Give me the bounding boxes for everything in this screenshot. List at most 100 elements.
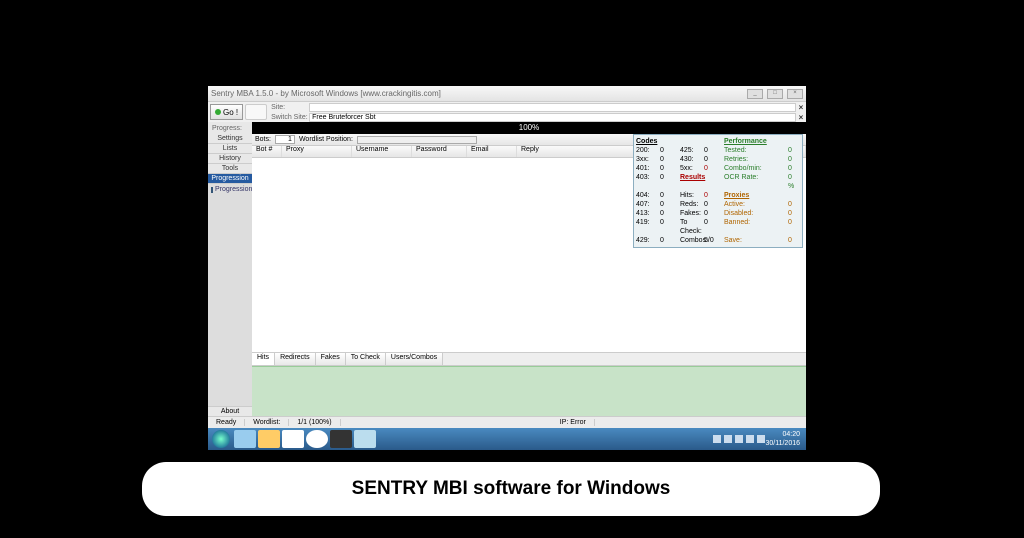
tab-fakes[interactable]: Fakes bbox=[316, 353, 346, 365]
switch-site-label: Switch Site: bbox=[269, 114, 309, 121]
stat-value: 0 bbox=[660, 209, 678, 218]
progress-label: Progress: bbox=[208, 125, 252, 132]
tray-icon[interactable] bbox=[746, 435, 754, 443]
stat-value: 5/0 bbox=[704, 236, 722, 245]
col-email[interactable]: Email bbox=[467, 146, 517, 157]
tray-icon[interactable] bbox=[735, 435, 743, 443]
stat-value: 0 bbox=[788, 164, 800, 173]
col-password[interactable]: Password bbox=[412, 146, 467, 157]
maximize-button[interactable]: □ bbox=[767, 89, 783, 99]
stat-label: 200: bbox=[636, 146, 658, 155]
stat-label: Tested: bbox=[724, 146, 786, 155]
wordlist-pos-slider[interactable] bbox=[357, 136, 477, 144]
tab-tocheck[interactable]: To Check bbox=[346, 353, 386, 365]
tab-userscombos[interactable]: Users/Combos bbox=[386, 353, 443, 365]
sidebar-item-progression[interactable]: Progression bbox=[208, 174, 252, 184]
results-header: Results bbox=[680, 173, 722, 191]
toolbar: Go ! Site: × Switch Site: Free Bruteforc… bbox=[208, 102, 806, 122]
play-icon bbox=[215, 109, 221, 115]
go-button[interactable]: Go ! bbox=[210, 104, 243, 120]
tray-icon[interactable] bbox=[713, 435, 721, 443]
titlebar[interactable]: Sentry MBA 1.5.0 - by Microsoft Windows … bbox=[208, 86, 806, 102]
site-close-icon[interactable]: × bbox=[796, 103, 806, 112]
stat-label: OCR Rate: bbox=[724, 173, 786, 191]
stat-value: 0 bbox=[788, 218, 800, 236]
tray-icon[interactable] bbox=[724, 435, 732, 443]
status-count: 1/1 (100%) bbox=[289, 419, 340, 426]
stat-label: 425: bbox=[680, 146, 702, 155]
stat-label: 3xx: bbox=[636, 155, 658, 164]
sidebar-item-settings[interactable]: Settings bbox=[208, 134, 252, 144]
stat-label: 419: bbox=[636, 218, 658, 236]
stat-value: 0 bbox=[660, 146, 678, 155]
sidebar-sub-label: Progression bbox=[215, 186, 252, 193]
status-ip: IP: Error bbox=[552, 419, 595, 426]
stat-label: 5xx: bbox=[680, 164, 702, 173]
stat-value: 0 bbox=[660, 191, 678, 200]
stat-label: Banned: bbox=[724, 218, 786, 236]
stat-value: 0 bbox=[660, 200, 678, 209]
sidebar-item-lists[interactable]: Lists bbox=[208, 144, 252, 154]
taskbar-explorer[interactable] bbox=[234, 430, 256, 448]
minimize-button[interactable]: _ bbox=[747, 89, 763, 99]
stat-label: 413: bbox=[636, 209, 658, 218]
col-bot[interactable]: Bot # bbox=[252, 146, 282, 157]
stat-label: Reds: bbox=[680, 200, 702, 209]
proxies-header: Proxies bbox=[724, 191, 800, 200]
bots-input[interactable]: 1 bbox=[275, 135, 295, 144]
bots-label: Bots: bbox=[255, 136, 271, 143]
tray-icon[interactable] bbox=[757, 435, 765, 443]
abort-button[interactable] bbox=[245, 104, 267, 120]
switch-close-icon[interactable]: × bbox=[796, 113, 806, 122]
stat-value: 0 % bbox=[788, 173, 800, 191]
stat-value: 0 bbox=[788, 146, 800, 155]
sidebar-item-history[interactable]: History bbox=[208, 154, 252, 164]
app-window: Sentry MBA 1.5.0 - by Microsoft Windows … bbox=[208, 86, 806, 444]
taskbar-chrome[interactable] bbox=[306, 430, 328, 448]
stat-label: Save: bbox=[724, 236, 786, 245]
stat-value: 0 bbox=[660, 155, 678, 164]
site-field[interactable] bbox=[309, 103, 796, 112]
wordlist-pos-label: Wordlist Position: bbox=[299, 136, 353, 143]
stat-label: Hits: bbox=[680, 191, 702, 200]
result-tabs: Hits Redirects Fakes To Check Users/Comb… bbox=[252, 352, 806, 366]
tab-redirects[interactable]: Redirects bbox=[275, 353, 316, 365]
tab-hits[interactable]: Hits bbox=[252, 353, 275, 365]
stat-label: 407: bbox=[636, 200, 658, 209]
switch-site-field[interactable]: Free Bruteforcer Sbt bbox=[309, 113, 796, 122]
sidebar-subitem-progression[interactable]: Progression bbox=[208, 184, 252, 195]
window-title: Sentry MBA 1.5.0 - by Microsoft Windows … bbox=[211, 89, 747, 98]
progress-bar: 100% bbox=[252, 122, 806, 134]
stat-label: 430: bbox=[680, 155, 702, 164]
sidebar-item-about[interactable]: About bbox=[208, 406, 252, 416]
taskbar-app1[interactable] bbox=[282, 430, 304, 448]
clock-time: 04:20 bbox=[765, 430, 800, 439]
taskbar-app2[interactable] bbox=[330, 430, 352, 448]
close-button[interactable]: × bbox=[787, 89, 803, 99]
col-username[interactable]: Username bbox=[352, 146, 412, 157]
stat-value: 0 bbox=[660, 218, 678, 236]
taskbar-clock[interactable]: 04:20 30/11/2016 bbox=[765, 430, 804, 448]
progress-text: 100% bbox=[519, 123, 539, 132]
image-caption: SENTRY MBI software for Windows bbox=[142, 462, 880, 516]
checkbox-icon bbox=[211, 187, 213, 193]
stat-value: 0 bbox=[704, 200, 722, 209]
stat-label: 404: bbox=[636, 191, 658, 200]
stat-value: 0 bbox=[660, 236, 678, 245]
taskbar-folder[interactable] bbox=[258, 430, 280, 448]
col-proxy[interactable]: Proxy bbox=[282, 146, 352, 157]
stat-label: Combo/min: bbox=[724, 164, 786, 173]
results-panel[interactable] bbox=[252, 366, 806, 416]
system-tray[interactable] bbox=[713, 435, 765, 443]
windows-taskbar[interactable]: 04:20 30/11/2016 bbox=[208, 428, 806, 450]
windows-orb-icon bbox=[212, 430, 230, 448]
taskbar-app3[interactable] bbox=[354, 430, 376, 448]
sidebar-item-tools[interactable]: Tools bbox=[208, 164, 252, 174]
stat-label: Combos: bbox=[680, 236, 702, 245]
stat-label: Retries: bbox=[724, 155, 786, 164]
content-area: Bots: 1 Wordlist Position: Bot # Proxy U… bbox=[252, 134, 806, 416]
clock-date: 30/11/2016 bbox=[765, 439, 800, 448]
performance-header: Performance bbox=[724, 137, 800, 146]
stats-panel: Codes Performance 200:0 425:0 Tested:0 3… bbox=[633, 134, 803, 248]
start-button[interactable] bbox=[210, 430, 232, 448]
